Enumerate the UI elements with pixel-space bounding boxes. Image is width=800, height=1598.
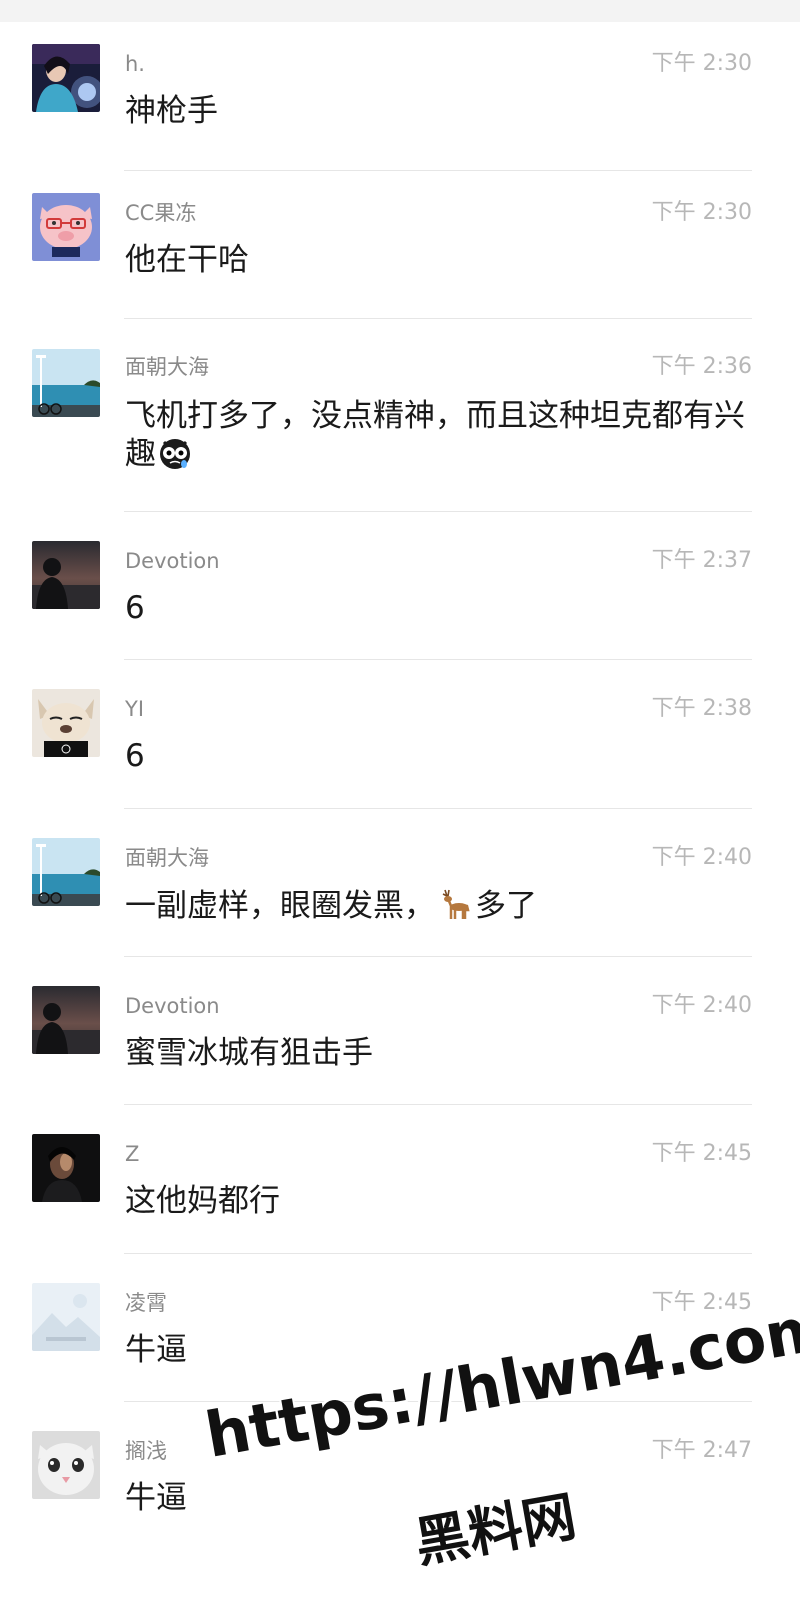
sunset-silhouette-avatar[interactable] (32, 541, 100, 609)
message-time: 下午 2:38 (651, 696, 752, 721)
night-portrait-avatar[interactable] (32, 44, 100, 112)
sender-name: Devotion (125, 549, 220, 573)
message-item[interactable]: YI 下午 2:38 6 (0, 660, 800, 809)
sender-name: Z (125, 1142, 140, 1166)
deer-emoji-icon (437, 886, 473, 931)
sunset-silhouette-avatar[interactable] (32, 986, 100, 1054)
sender-name: CC果冻 (125, 201, 197, 225)
message-text: 他在干哈 (125, 242, 249, 278)
message-time: 下午 2:40 (651, 845, 752, 870)
message-time: 下午 2:30 (651, 51, 752, 76)
sender-name: 面朝大海 (125, 846, 209, 870)
message-time: 下午 2:40 (651, 993, 752, 1018)
sender-name: 凌霄 (125, 1291, 167, 1315)
message-text: 6 (125, 590, 145, 626)
message-text: 6 (125, 738, 145, 774)
message-text: 一副虚样，眼圈发黑， 多了 (125, 886, 745, 931)
cat-avatar[interactable] (32, 1431, 100, 1499)
message-item[interactable]: 面朝大海 下午 2:36 飞机打多了，没点精神，而且这种坦克都有兴趣 (0, 319, 800, 512)
sender-name: 面朝大海 (125, 355, 209, 379)
top-status-strip (0, 0, 800, 22)
sender-name: YI (125, 697, 145, 721)
pig-avatar[interactable] (32, 193, 100, 261)
sea-avatar[interactable] (32, 349, 100, 417)
sea-avatar[interactable] (32, 838, 100, 906)
crying-emoji-icon (158, 436, 192, 479)
message-text-content: 飞机打多了，没点精神，而且这种坦克都有兴趣 (125, 398, 745, 472)
message-text-after: 多了 (475, 888, 537, 924)
message-item[interactable]: 面朝大海 下午 2:40 一副虚样，眼圈发黑， 多了 (0, 809, 800, 957)
dark-portrait-avatar[interactable] (32, 1134, 100, 1202)
sender-name: h. (125, 52, 145, 76)
sender-name: Devotion (125, 994, 220, 1018)
message-time: 下午 2:30 (651, 200, 752, 225)
message-text: 神枪手 (125, 93, 218, 129)
placeholder-image-avatar[interactable] (32, 1283, 100, 1351)
message-text: 蜜雪冰城有狙击手 (125, 1035, 373, 1071)
message-text-before: 一副虚样，眼圈发黑， (125, 888, 435, 924)
site-watermark: https://hlwn4.com 黑料网 (190, 1290, 800, 1590)
watermark-site-name: 黑料网 (410, 1484, 581, 1575)
message-time: 下午 2:37 (651, 548, 752, 573)
message-item[interactable]: CC果冻 下午 2:30 他在干哈 (0, 171, 800, 319)
message-time: 下午 2:36 (651, 354, 752, 379)
sender-name: 搁浅 (125, 1439, 167, 1463)
message-time: 下午 2:45 (651, 1141, 752, 1166)
dog-avatar[interactable] (32, 689, 100, 757)
message-item[interactable]: h. 下午 2:30 神枪手 (0, 22, 800, 171)
message-item[interactable]: Z 下午 2:45 这他妈都行 (0, 1105, 800, 1254)
message-text: 这他妈都行 (125, 1183, 280, 1219)
message-item[interactable]: Devotion 下午 2:40 蜜雪冰城有狙击手 (0, 957, 800, 1105)
message-item[interactable]: Devotion 下午 2:37 6 (0, 512, 800, 660)
message-text: 飞机打多了，没点精神，而且这种坦克都有兴趣 (125, 397, 745, 479)
